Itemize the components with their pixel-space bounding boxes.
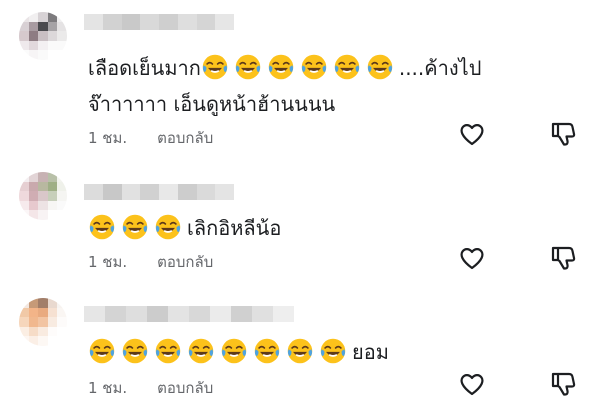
reply-button[interactable]: ตอบกลับ bbox=[157, 129, 213, 147]
avatar[interactable] bbox=[19, 12, 67, 60]
heart-outline-icon[interactable] bbox=[457, 119, 487, 149]
comment-meta: 1 ชม. ตอบกลับ bbox=[88, 126, 213, 150]
avatar[interactable] bbox=[19, 172, 67, 220]
face-with-tears-of-joy-icon bbox=[267, 53, 295, 81]
comment-meta: 1 ชม. ตอบกลับ bbox=[88, 250, 213, 274]
reply-button[interactable]: ตอบกลับ bbox=[157, 253, 213, 271]
face-with-tears-of-joy-icon bbox=[300, 53, 328, 81]
face-with-tears-of-joy-icon bbox=[220, 337, 248, 365]
emoji-row bbox=[88, 213, 187, 241]
commenter-name-redacted[interactable] bbox=[84, 184, 234, 200]
comment-text-tail: ....ค้างไป bbox=[398, 56, 482, 80]
face-with-tears-of-joy-icon bbox=[121, 213, 149, 241]
face-with-tears-of-joy-icon bbox=[187, 337, 215, 365]
heart-outline-icon[interactable] bbox=[457, 243, 487, 273]
comment-text-line-2: จ๊าาาาาา เอ็นดูหน้าฮ้านนนน bbox=[88, 92, 336, 116]
face-with-tears-of-joy-icon bbox=[234, 53, 262, 81]
face-with-tears-of-joy-icon bbox=[333, 53, 361, 81]
emoji-row bbox=[88, 337, 352, 365]
comment-text: เลือดเย็นมาก ....ค้างไป bbox=[88, 50, 481, 86]
face-with-tears-of-joy-icon bbox=[366, 53, 394, 81]
thumbs-down-icon[interactable] bbox=[548, 119, 578, 149]
thumbs-down-icon[interactable] bbox=[548, 243, 578, 273]
face-with-tears-of-joy-icon bbox=[154, 337, 182, 365]
emoji-row bbox=[201, 53, 399, 81]
thumbs-down-icon[interactable] bbox=[548, 369, 578, 399]
comment-meta: 1 ชม. ตอบกลับ bbox=[88, 376, 213, 400]
commenter-name-redacted[interactable] bbox=[84, 306, 294, 322]
comment-text: ยอม bbox=[88, 334, 389, 370]
avatar[interactable] bbox=[19, 298, 67, 346]
reply-button[interactable]: ตอบกลับ bbox=[157, 379, 213, 397]
face-with-tears-of-joy-icon bbox=[253, 337, 281, 365]
heart-outline-icon[interactable] bbox=[457, 369, 487, 399]
comment-text: เลิกอิหลีน้อ bbox=[88, 210, 281, 246]
comment-time: 1 ชม. bbox=[88, 253, 128, 271]
face-with-tears-of-joy-icon bbox=[88, 337, 116, 365]
commenter-name-redacted[interactable] bbox=[84, 14, 234, 30]
comment-time: 1 ชม. bbox=[88, 129, 128, 147]
comment-text-tail: เลิกอิหลีน้อ bbox=[187, 216, 282, 240]
face-with-tears-of-joy-icon bbox=[121, 337, 149, 365]
face-with-tears-of-joy-icon bbox=[286, 337, 314, 365]
face-with-tears-of-joy-icon bbox=[319, 337, 347, 365]
comment-text-tail: ยอม bbox=[352, 340, 389, 364]
face-with-tears-of-joy-icon bbox=[201, 53, 229, 81]
face-with-tears-of-joy-icon bbox=[88, 213, 116, 241]
face-with-tears-of-joy-icon bbox=[154, 213, 182, 241]
comment-time: 1 ชม. bbox=[88, 379, 128, 397]
comment-text-lead: เลือดเย็นมาก bbox=[88, 56, 201, 80]
